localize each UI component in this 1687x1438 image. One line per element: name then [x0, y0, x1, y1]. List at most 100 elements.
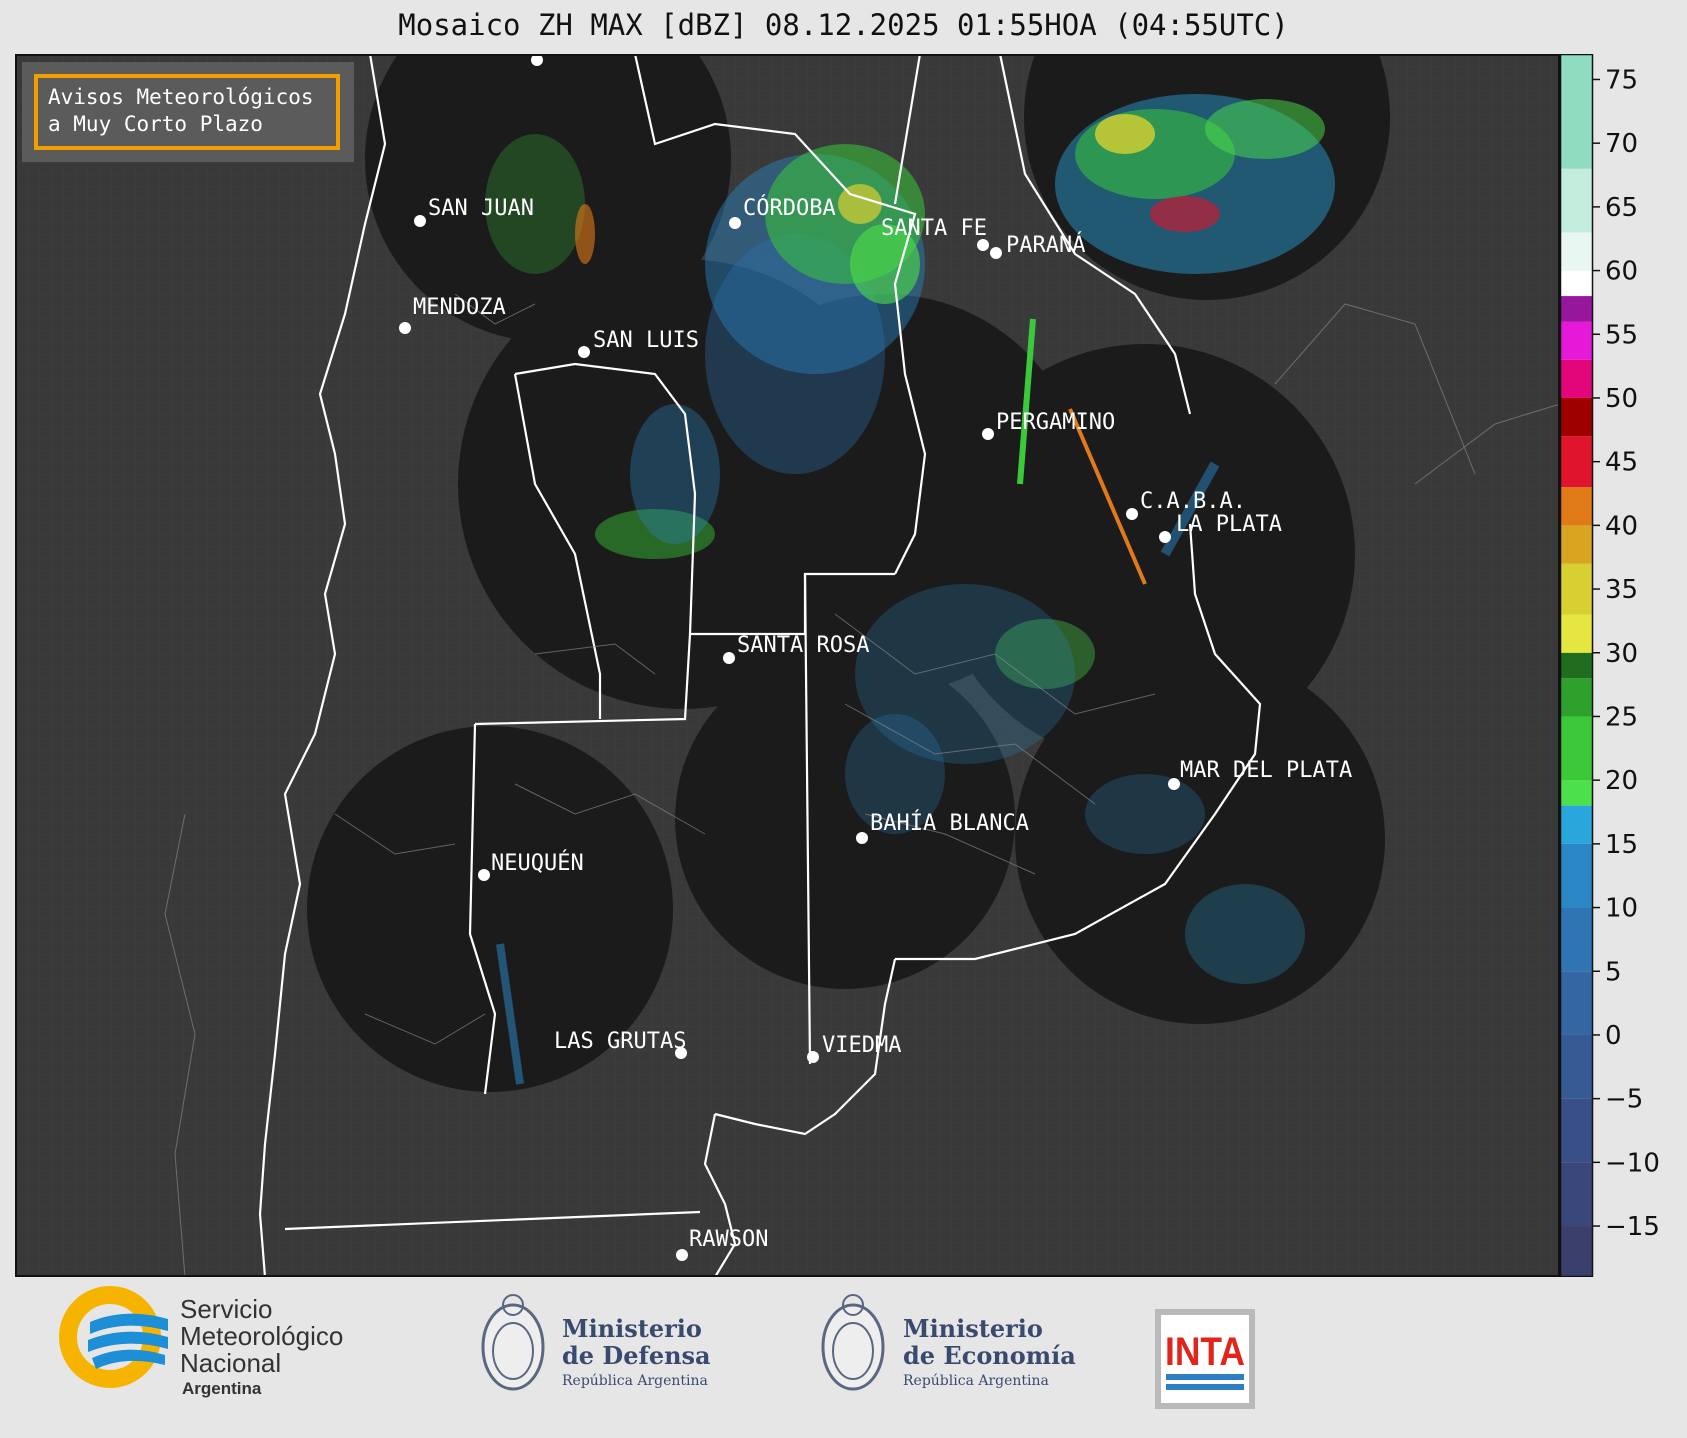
colorbar-segment: [1560, 563, 1593, 615]
colorbar-tick-label: 20: [1605, 766, 1638, 796]
smn-line4: Argentina: [182, 1379, 262, 1398]
colorbar-segment: [1560, 359, 1593, 398]
colorbar-segment: [1560, 716, 1593, 781]
smn-wave-icon: [88, 1313, 168, 1369]
city-dot[interactable]: [478, 869, 490, 881]
avisos-label[interactable]: Avisos Meteorológicos a Muy Corto Plazo: [34, 74, 340, 150]
city-label: LA PLATA: [1176, 512, 1282, 537]
colorbar-segment: [1560, 1034, 1593, 1099]
smn-line1: Servicio: [180, 1294, 272, 1324]
colorbar-segment: [1560, 436, 1593, 488]
city-dot[interactable]: [729, 217, 741, 229]
city-dot[interactable]: [990, 247, 1002, 259]
colorbar-tick-label: −10: [1605, 1148, 1660, 1178]
economia-line3: República Argentina: [903, 1373, 1049, 1389]
city-label: C.A.B.A.: [1140, 489, 1246, 514]
city-dot[interactable]: [1168, 778, 1180, 790]
colorbar-segment: [1560, 652, 1593, 679]
colorbar-segment: [1560, 805, 1593, 844]
city-label: SANTA ROSA: [737, 633, 869, 658]
colorbar-tick-label: 70: [1605, 129, 1638, 159]
colorbar-tick-label: 30: [1605, 639, 1638, 669]
city-label: SAN JUAN: [428, 196, 534, 221]
inta-stripe-2: [1166, 1384, 1244, 1390]
colorbar-segment: [1560, 525, 1593, 564]
smn-line3: Nacional: [180, 1348, 281, 1378]
smn-logo[interactable]: Servicio Meteorológico Nacional Argentin…: [59, 1286, 343, 1398]
colorbar-segment: [1560, 907, 1593, 972]
inta-stripe-1: [1166, 1374, 1244, 1380]
colorbar-tick-label: 5: [1605, 957, 1622, 987]
colorbar: 757065605550454035302520151050−5−10−15: [1560, 54, 1660, 1277]
city-label: SANTA FE: [881, 216, 987, 241]
city-dot[interactable]: [1159, 531, 1171, 543]
defensa-shield-icon: [481, 1303, 545, 1391]
colorbar-tick-label: 65: [1605, 193, 1638, 223]
colorbar-segment: [1560, 54, 1593, 169]
footer-logos: Servicio Meteorológico Nacional Argentin…: [59, 1286, 1255, 1409]
colorbar-segment: [1560, 1226, 1593, 1277]
city-dot[interactable]: [399, 322, 411, 334]
city-label: PERGAMINO: [996, 410, 1115, 435]
colorbar-tick-label: 40: [1605, 511, 1638, 541]
map-title: Mosaico ZH MAX [dBZ] 08.12.2025 01:55HOA…: [398, 8, 1289, 42]
colorbar-segment: [1560, 1098, 1593, 1163]
colorbar-tick-label: 55: [1605, 320, 1638, 350]
colorbar-tick-label: 10: [1605, 894, 1638, 924]
city-dot[interactable]: [414, 215, 426, 227]
city-label: LAS GRUTAS: [554, 1029, 686, 1054]
colorbar-segment: [1560, 397, 1593, 437]
colorbar-tick-label: 35: [1605, 575, 1638, 605]
city-dot[interactable]: [856, 832, 868, 844]
city-dot[interactable]: [982, 428, 994, 440]
colorbar-tick-label: 45: [1605, 448, 1638, 478]
economia-shield-icon: [821, 1303, 885, 1391]
colorbar-segment: [1560, 1162, 1593, 1227]
colorbar-segment: [1560, 321, 1593, 360]
colorbar-segment: [1560, 270, 1593, 297]
city-dot[interactable]: [676, 1249, 688, 1261]
economia-line2: de Economía: [903, 1341, 1076, 1370]
avisos-line2: a Muy Corto Plazo: [48, 112, 263, 136]
colorbar-tick-label: −5: [1605, 1085, 1643, 1115]
radar-map[interactable]: LA RIOJAMERCEDESCÓRDOBASAN JUANSANTA FEP…: [15, 54, 1560, 1277]
city-label: PARANÁ: [1006, 232, 1085, 258]
colorbar-segment: [1560, 678, 1593, 717]
avisos-box: Avisos Meteorológicos a Muy Corto Plazo: [22, 62, 354, 162]
city-dot[interactable]: [807, 1051, 819, 1063]
colorbar-tick-label: 0: [1605, 1021, 1622, 1051]
colorbar-tick-label: 25: [1605, 702, 1638, 732]
inta-label: INTA: [1165, 1330, 1245, 1374]
colorbar-tick-label: 75: [1605, 65, 1638, 95]
city-dot[interactable]: [578, 346, 590, 358]
colorbar-segment: [1560, 614, 1593, 653]
avisos-line1: Avisos Meteorológicos: [48, 85, 314, 109]
colorbar-tick-label: 60: [1605, 257, 1638, 287]
defensa-line3: República Argentina: [562, 1373, 708, 1389]
colorbar-segment: [1560, 296, 1593, 322]
defensa-logo[interactable]: Ministerio de Defensa República Argentin…: [481, 1294, 711, 1391]
city-label: CÓRDOBA: [743, 195, 836, 221]
city-label: MAR DEL PLATA: [1180, 758, 1352, 783]
colorbar-tick-label: 50: [1605, 384, 1638, 414]
colorbar-segment: [1560, 971, 1593, 1035]
colorbar-segment: [1560, 168, 1593, 233]
city-label: RAWSON: [689, 1227, 768, 1252]
city-label: MENDOZA: [413, 295, 506, 320]
defensa-line1: Ministerio: [562, 1314, 702, 1343]
colorbar-segment: [1560, 232, 1593, 271]
city-label: NEUQUÉN: [491, 850, 584, 876]
economia-line1: Ministerio: [903, 1314, 1043, 1343]
city-label: BAHÍA BLANCA: [870, 810, 1029, 836]
colorbar-tick-label: −15: [1605, 1212, 1660, 1242]
city-dot[interactable]: [1126, 508, 1138, 520]
city-dot[interactable]: [723, 652, 735, 664]
colorbar-segment: [1560, 487, 1593, 526]
inta-logo[interactable]: INTA: [1155, 1309, 1255, 1409]
colorbar-tick-label: 15: [1605, 830, 1638, 860]
economia-logo[interactable]: Ministerio de Economía República Argenti…: [821, 1294, 1076, 1391]
city-label: SAN LUIS: [593, 328, 699, 353]
defensa-line2: de Defensa: [562, 1341, 711, 1370]
colorbar-segment: [1560, 780, 1593, 806]
smn-line2: Meteorológico: [180, 1321, 343, 1351]
